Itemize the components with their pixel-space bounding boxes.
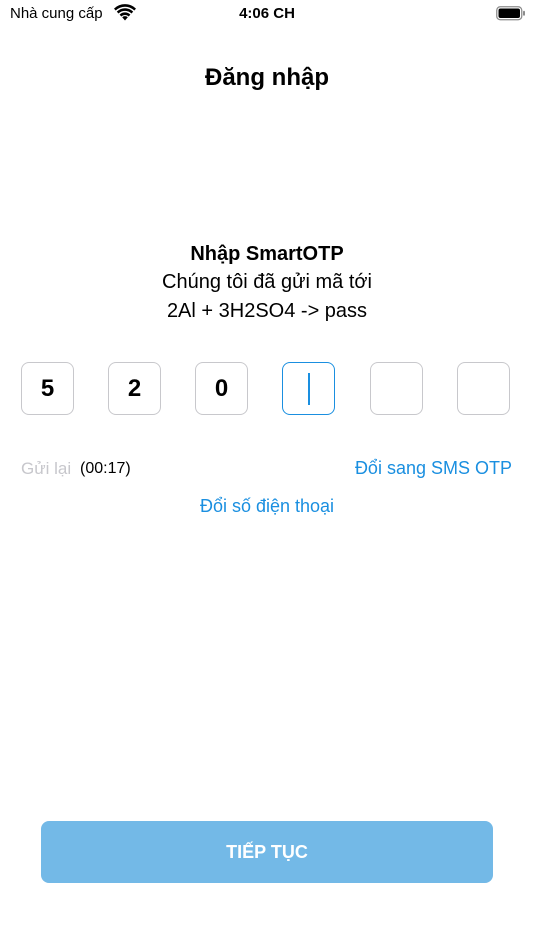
otp-digit-6[interactable] xyxy=(457,362,510,415)
otp-digit-1[interactable]: 5 xyxy=(21,362,74,415)
otp-prompt: Nhập SmartOTP Chúng tôi đã gửi mã tới 2A… xyxy=(0,240,534,326)
resend-button[interactable]: Gửi lại xyxy=(21,459,71,479)
change-phone-number-label: Đổi số điện thoại xyxy=(199,496,335,516)
otp-input-row: 5 2 0 xyxy=(21,362,513,418)
resend-countdown: (00:17) xyxy=(80,460,131,477)
prompt-sent-to: Chúng tôi đã gửi mã tới xyxy=(162,271,372,293)
switch-to-sms-otp-link[interactable]: Đổi sang SMS OTP xyxy=(355,458,512,479)
otp-digit-4[interactable] xyxy=(282,362,335,415)
change-phone-number-link[interactable]: Đổi số điện thoại xyxy=(0,496,534,517)
battery-icon xyxy=(496,6,526,21)
text-caret xyxy=(307,372,310,405)
prompt-destination: 2Al + 3H2SO4 -> pass xyxy=(166,300,368,322)
status-bar: Nhà cung cấp 4:06 CH xyxy=(0,0,534,28)
continue-button[interactable]: TIẾP TỤC xyxy=(41,821,493,883)
prompt-heading: Nhập SmartOTP xyxy=(190,243,344,265)
otp-digit-2[interactable]: 2 xyxy=(108,362,161,415)
page-title: Đăng nhập xyxy=(205,64,329,91)
otp-digit-3[interactable]: 0 xyxy=(195,362,248,415)
status-time: 4:06 CH xyxy=(239,5,295,22)
otp-digit-5[interactable] xyxy=(370,362,423,415)
